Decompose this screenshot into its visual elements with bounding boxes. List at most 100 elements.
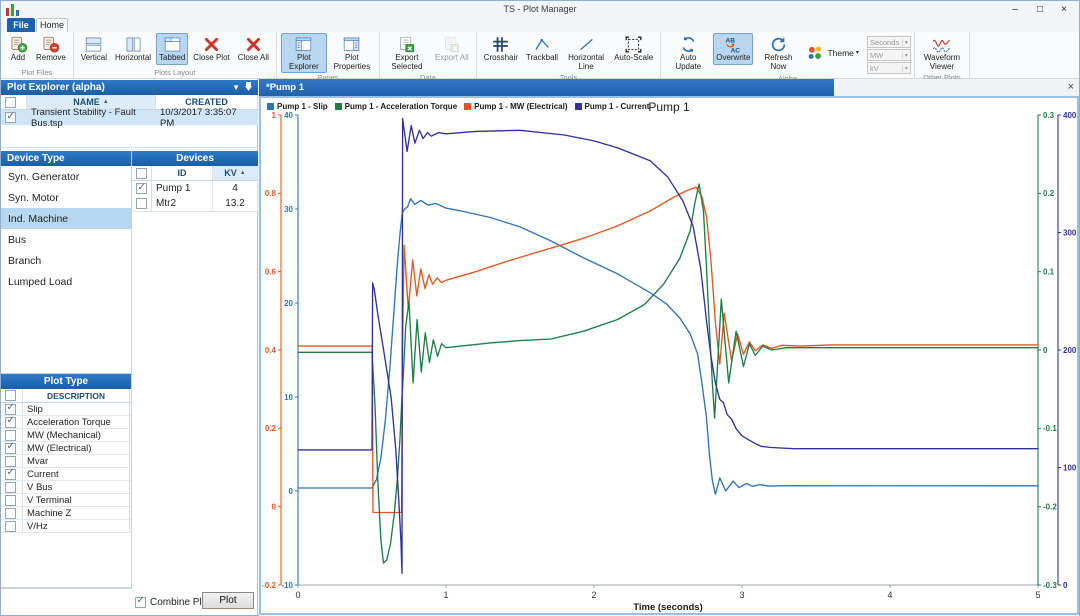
torque-tick-label: 0 xyxy=(1043,346,1048,355)
plot-type-row-slip[interactable]: Slip xyxy=(1,403,131,416)
device-row-mtr2[interactable]: Mtr213.2 xyxy=(132,196,258,211)
unit-combo-seconds: Seconds▾ xyxy=(867,36,911,48)
select-all-devices-checkbox[interactable] xyxy=(136,168,147,179)
plot-explorer-button[interactable]: Plot Explorer xyxy=(281,33,327,73)
device-type-item-ind-machine[interactable]: Ind. Machine xyxy=(1,208,131,229)
plot-type-checkbox[interactable] xyxy=(5,521,16,532)
horizontal-button[interactable]: Horizontal xyxy=(112,33,154,65)
mw-tick-label: -0.2 xyxy=(262,581,276,590)
waveform-viewer-button[interactable]: Waveform Viewer xyxy=(919,33,965,73)
plot-type-label: Machine Z xyxy=(23,507,130,519)
mw-tick-label: 0.4 xyxy=(265,346,277,355)
plot-type-row-mvar[interactable]: Mvar xyxy=(1,455,131,468)
tab-close-icon[interactable]: × xyxy=(1068,79,1074,96)
plot-explorer-title: Plot Explorer (alpha) xyxy=(7,82,105,93)
device-checkbox[interactable] xyxy=(136,183,147,194)
row-checkbox-cell xyxy=(132,181,152,196)
close-button[interactable]: × xyxy=(1054,2,1074,17)
plot-type-checkbox[interactable] xyxy=(5,404,16,415)
row-checkbox-cell xyxy=(1,429,23,441)
plot-type-checkbox[interactable] xyxy=(5,417,16,428)
app-window: TS - Plot Manager – □ × File Home AddRem… xyxy=(0,0,1080,616)
maximize-button[interactable]: □ xyxy=(1030,2,1050,17)
plot-type-row-v-terminal[interactable]: V Terminal xyxy=(1,494,131,507)
pin-icon[interactable] xyxy=(245,82,252,93)
plot-type-checkbox[interactable] xyxy=(5,495,16,506)
device-type-title: Device Type xyxy=(7,153,65,164)
close-plot-button[interactable]: Close Plot xyxy=(190,33,232,65)
plot-type-checkbox[interactable] xyxy=(5,443,16,454)
plot-type-checkbox[interactable] xyxy=(5,430,16,441)
device-type-header: Device Type xyxy=(1,151,131,166)
plot-type-title: Plot Type xyxy=(44,376,88,387)
tab-home[interactable]: Home xyxy=(36,18,68,32)
chevron-down-icon[interactable]: ▼ xyxy=(232,83,240,92)
plot-properties-icon xyxy=(342,35,361,54)
remove-button[interactable]: Remove xyxy=(33,33,69,65)
plot-type-row-machine-z[interactable]: Machine Z xyxy=(1,507,131,520)
close-plot-icon xyxy=(202,35,221,54)
horizontal-line-button[interactable]: Horizontal Line xyxy=(563,33,609,73)
vertical-layout-icon xyxy=(84,35,103,54)
column-header-kv[interactable]: KV▲ xyxy=(213,166,258,180)
plot-file-row[interactable]: Transient Stability - Fault Bus.tsp10/3/… xyxy=(1,110,258,125)
minimize-button[interactable]: – xyxy=(1005,2,1025,17)
device-type-item-lumped-load[interactable]: Lumped Load xyxy=(1,271,131,292)
device-checkbox[interactable] xyxy=(136,198,147,209)
select-all-checkbox[interactable] xyxy=(5,97,16,108)
plot-file-checkbox[interactable] xyxy=(5,112,16,123)
auto-scale-button[interactable]: Auto-Scale xyxy=(611,33,656,65)
vertical-button[interactable]: Vertical xyxy=(78,33,110,65)
plot-type-checkbox[interactable] xyxy=(5,482,16,493)
tab-file[interactable]: File xyxy=(7,18,35,32)
plot-type-row-v-hz[interactable]: V/Hz xyxy=(1,520,131,533)
device-type-item-syn-motor[interactable]: Syn. Motor xyxy=(1,187,131,208)
device-type-item-syn-generator[interactable]: Syn. Generator xyxy=(1,166,131,187)
button-label: Close All xyxy=(238,54,269,63)
button-label: Auto-Scale xyxy=(614,54,653,63)
tabbed-button[interactable]: Tabbed xyxy=(156,33,188,65)
crosshair-button[interactable]: Crosshair xyxy=(481,33,521,65)
plot-type-label: V Bus xyxy=(23,481,130,493)
plot-type-row-current[interactable]: Current xyxy=(1,468,131,481)
refresh-now-button[interactable]: Refresh Now xyxy=(755,33,801,73)
chart-canvas[interactable]: 012345Time (seconds)10.80.60.40.20-0.240… xyxy=(261,98,1077,613)
device-kv: 13.2 xyxy=(213,196,258,211)
ribbon-group-data: Export SelectedExport AllData xyxy=(380,32,477,78)
theme-icon xyxy=(806,44,825,63)
mw-tick-label: 0.8 xyxy=(265,189,277,198)
torque-tick-label: -0.3 xyxy=(1043,581,1057,590)
chevron-down-icon: ▾ xyxy=(902,65,908,72)
add-button[interactable]: Add xyxy=(5,33,31,65)
device-type-item-branch[interactable]: Branch xyxy=(1,250,131,271)
plot-type-row-v-bus[interactable]: V Bus xyxy=(1,481,131,494)
add-icon xyxy=(9,35,28,54)
plot-type-row-acceleration-torque[interactable]: Acceleration Torque xyxy=(1,416,131,429)
plot-properties-button[interactable]: Plot Properties xyxy=(329,33,375,73)
row-checkbox-cell xyxy=(1,481,23,493)
auto-update-button[interactable]: Auto Update xyxy=(665,33,711,73)
trackball-button[interactable]: Trackball xyxy=(523,33,561,65)
combine-plot-checkbox[interactable] xyxy=(135,597,146,608)
theme-button[interactable]: Theme▾ xyxy=(803,42,861,65)
plot-tab-pump1[interactable]: *Pump 1 xyxy=(259,79,834,96)
close-all-button[interactable]: Close All xyxy=(235,33,272,65)
select-all-plot-types-checkbox[interactable] xyxy=(5,390,16,401)
column-header-description[interactable]: DESCRIPTION xyxy=(23,389,130,402)
overwrite-button[interactable]: ABACOverwrite xyxy=(713,33,753,65)
series-pump-1-mw-electrical- xyxy=(298,187,1038,512)
device-row-pump-1[interactable]: Pump 14 xyxy=(132,181,258,196)
plot-button[interactable]: Plot xyxy=(202,592,254,609)
button-label: Refresh Now xyxy=(758,54,798,71)
plot-type-row-mw-mechanical-[interactable]: MW (Mechanical) xyxy=(1,429,131,442)
device-kv: 4 xyxy=(213,181,258,196)
plot-type-checkbox[interactable] xyxy=(5,508,16,519)
column-header-id[interactable]: ID xyxy=(152,166,213,180)
row-checkbox-cell xyxy=(1,110,27,125)
export-selected-button[interactable]: Export Selected xyxy=(384,33,430,73)
plot-type-row-mw-electrical-[interactable]: MW (Electrical) xyxy=(1,442,131,455)
plot-type-checkbox[interactable] xyxy=(5,469,16,480)
plot-type-label: Current xyxy=(23,468,130,480)
device-type-item-bus[interactable]: Bus xyxy=(1,229,131,250)
plot-type-checkbox[interactable] xyxy=(5,456,16,467)
